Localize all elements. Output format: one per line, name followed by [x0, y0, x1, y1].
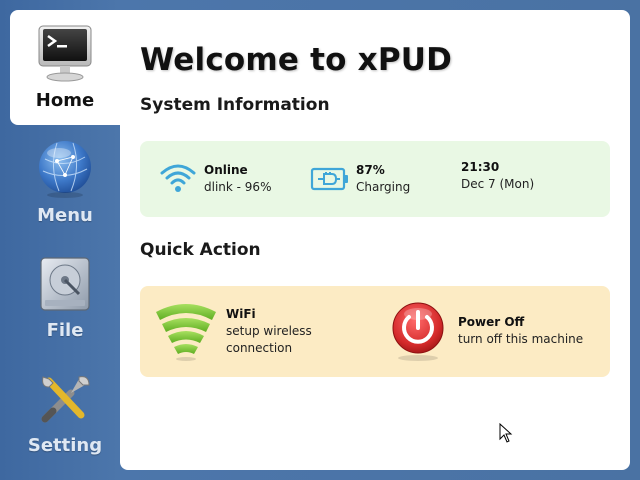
wifi-signal-icon [160, 164, 196, 192]
sidebar-item-menu[interactable]: Menu [10, 125, 120, 240]
wifi-action-title: WiFi [226, 306, 256, 321]
network-status[interactable]: Online dlink - 96% [158, 159, 271, 199]
quick-action-heading: Quick Action [140, 240, 261, 260]
clock-date-label: Dec 7 (Mon) [461, 177, 535, 191]
clock-time-label: 21:30 [461, 160, 500, 174]
network-detail-label: dlink - 96% [204, 180, 272, 194]
sidebar-item-label: Menu [37, 205, 93, 226]
page-title: Welcome to xPUD [140, 42, 453, 78]
tools-icon [41, 376, 90, 423]
globe-icon [39, 141, 91, 198]
wifi-action-desc-line2: connection [226, 340, 293, 355]
sidebar-item-setting[interactable]: Setting [10, 355, 120, 470]
power-icon [392, 302, 444, 361]
battery-level-label: 87% [356, 163, 385, 177]
sidebar-item-label: File [46, 320, 84, 341]
system-information-panel: Online dlink - 96% 87% Charging 21:30 De… [140, 141, 610, 217]
power-off-button[interactable]: Power Off turn off this machine [386, 300, 583, 362]
battery-state-label: Charging [356, 180, 411, 194]
power-off-title: Power Off [458, 315, 525, 329]
wifi-large-icon [156, 304, 216, 361]
network-status-label: Online [204, 163, 248, 177]
sidebar-item-label: Home [35, 90, 95, 111]
system-information-heading: System Information [140, 95, 330, 115]
terminal-monitor-icon [38, 25, 92, 82]
clock-status[interactable]: 21:30 Dec 7 (Mon) [461, 159, 534, 193]
main-panel: Welcome to xPUD System Information Onlin… [120, 10, 630, 470]
sidebar-item-file[interactable]: File [10, 240, 120, 355]
quick-action-panel: WiFi setup wireless connection Power Off… [140, 286, 610, 377]
desktop-frame: Home Menu File Setting Welcome to xPUD S… [0, 0, 640, 480]
power-off-desc: turn off this machine [458, 332, 584, 346]
wifi-action-button[interactable]: WiFi setup wireless connection [154, 300, 312, 362]
battery-charging-icon [310, 167, 348, 191]
hard-drive-icon [40, 257, 90, 311]
sidebar-item-home[interactable]: Home [10, 10, 120, 125]
sidebar: Home Menu File Setting [0, 0, 120, 480]
mouse-cursor-icon [499, 423, 513, 443]
sidebar-item-label: Setting [27, 435, 103, 456]
battery-status[interactable]: 87% Charging [310, 159, 410, 199]
wifi-action-desc-line1: setup wireless [226, 323, 312, 338]
